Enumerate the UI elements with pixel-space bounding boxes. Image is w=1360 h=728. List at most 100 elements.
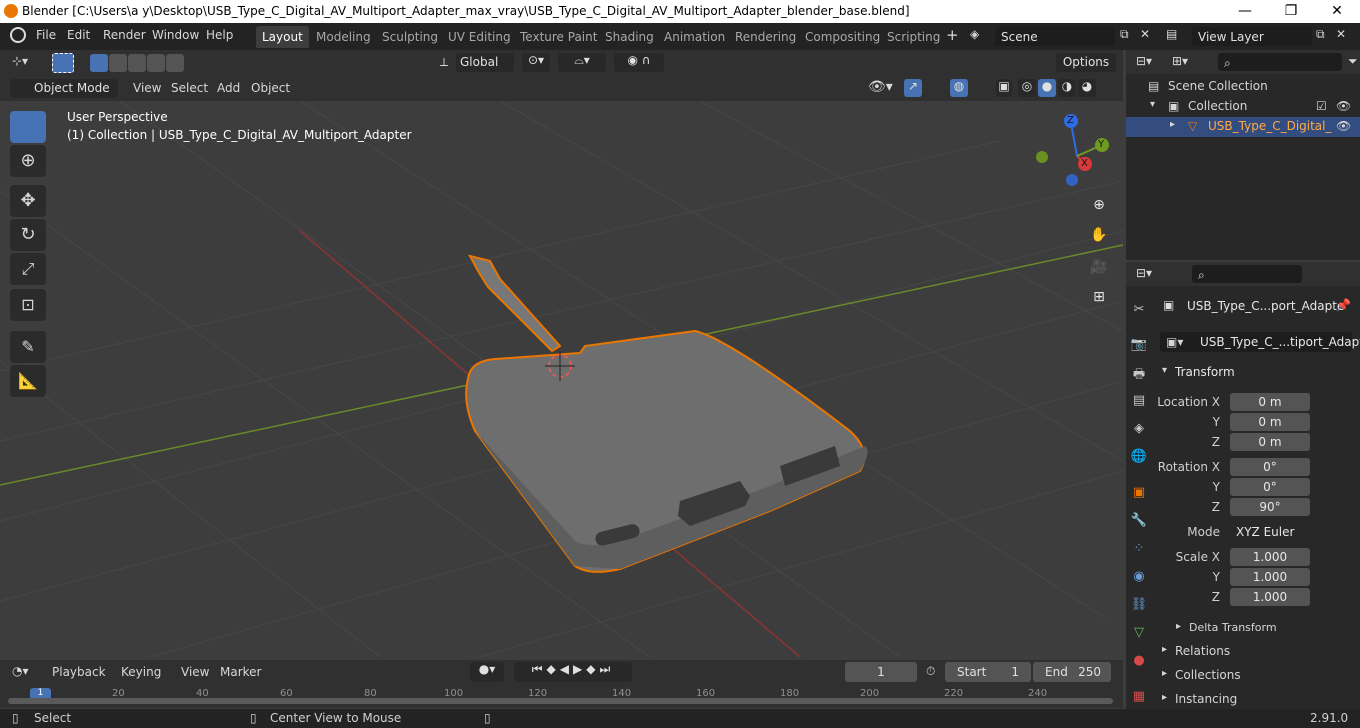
menu-file[interactable]: File bbox=[36, 28, 56, 42]
pivot-icon[interactable]: ⊙▾ bbox=[522, 53, 550, 72]
menu-playback[interactable]: Playback bbox=[52, 665, 106, 679]
select-subtract-icon[interactable] bbox=[128, 54, 146, 72]
scale-z-field[interactable]: 1.000 bbox=[1230, 588, 1310, 606]
auto-keying-icon[interactable]: ●▾ bbox=[470, 662, 504, 682]
minimize-button[interactable]: — bbox=[1222, 0, 1268, 23]
select-box-tool[interactable] bbox=[10, 111, 46, 143]
cursor-tool-icon[interactable]: ⊕ bbox=[10, 145, 46, 177]
menu-keying[interactable]: Keying bbox=[121, 665, 161, 679]
editor-type-icon[interactable]: ⊹▾ bbox=[12, 54, 28, 68]
constraints-tab-icon[interactable]: ⛓ bbox=[1130, 597, 1148, 615]
material-shading-icon[interactable]: ◑ bbox=[1058, 79, 1076, 97]
output-tab-icon[interactable]: 🖶 bbox=[1130, 365, 1148, 383]
select-new-icon[interactable] bbox=[90, 54, 108, 72]
transform-tool-icon[interactable]: ⊡ bbox=[10, 289, 46, 321]
select-intersect-icon[interactable] bbox=[166, 54, 184, 72]
rendered-shading-icon[interactable]: ◕ bbox=[1078, 79, 1096, 97]
options-dropdown[interactable]: Options bbox=[1056, 53, 1116, 72]
outliner-row-scene-collection[interactable]: ▤ Scene Collection bbox=[1126, 77, 1360, 97]
current-frame-field[interactable]: 1 bbox=[845, 662, 917, 682]
outliner-search-input[interactable]: ⌕ bbox=[1218, 53, 1342, 71]
select-tool-icon[interactable] bbox=[52, 53, 74, 73]
rotation-y-field[interactable]: 0° bbox=[1230, 478, 1310, 496]
add-workspace-icon[interactable]: + bbox=[946, 26, 959, 44]
tab-scripting[interactable]: Scripting bbox=[881, 26, 946, 48]
menu-edit[interactable]: Edit bbox=[67, 28, 90, 42]
tab-sculpting[interactable]: Sculpting bbox=[376, 26, 444, 48]
delta-transform-header[interactable]: Delta Transform bbox=[1189, 621, 1277, 634]
eye-icon[interactable]: 👁 bbox=[1336, 119, 1351, 133]
expand-icon[interactable]: ▸ bbox=[1162, 668, 1167, 679]
gizmo-toggle-icon[interactable]: ↗ bbox=[904, 79, 922, 97]
tab-uv-editing[interactable]: UV Editing bbox=[442, 26, 517, 48]
object-name-label[interactable]: USB_Type_C...port_Adapte bbox=[1187, 299, 1344, 313]
collections-header[interactable]: Collections bbox=[1175, 668, 1241, 682]
expand-icon[interactable]: ▸ bbox=[1162, 692, 1167, 703]
instancing-header[interactable]: Instancing bbox=[1175, 692, 1237, 706]
relations-header[interactable]: Relations bbox=[1175, 644, 1230, 658]
tab-rendering[interactable]: Rendering bbox=[729, 26, 802, 48]
view-layer-field[interactable]: View Layer bbox=[1192, 27, 1312, 46]
menu-add[interactable]: Add bbox=[217, 81, 240, 95]
outliner-editor-icon[interactable]: ⊟▾ bbox=[1136, 54, 1152, 68]
tab-animation[interactable]: Animation bbox=[658, 26, 731, 48]
zoom-icon[interactable]: ⊕ bbox=[1087, 193, 1111, 217]
wireframe-shading-icon[interactable]: ◎ bbox=[1018, 79, 1036, 97]
start-frame-field[interactable]: Start 1 bbox=[945, 662, 1031, 682]
transform-header[interactable]: Transform bbox=[1175, 365, 1235, 379]
tab-compositing[interactable]: Compositing bbox=[799, 26, 886, 48]
pan-hand-icon[interactable]: ✋ bbox=[1087, 223, 1111, 247]
menu-help[interactable]: Help bbox=[206, 28, 233, 42]
stopwatch-icon[interactable]: ⏱ bbox=[926, 664, 935, 679]
menu-timeline-view[interactable]: View bbox=[181, 665, 209, 679]
close-button[interactable]: ✕ bbox=[1314, 0, 1360, 23]
properties-editor-icon[interactable]: ⊟▾ bbox=[1136, 266, 1152, 280]
location-z-field[interactable]: 0 m bbox=[1230, 433, 1310, 451]
scene-field[interactable]: Scene bbox=[995, 27, 1115, 46]
snap-icon[interactable]: ⌓▾ bbox=[558, 53, 606, 72]
camera-view-icon[interactable]: 🎥 bbox=[1087, 255, 1111, 279]
tool-tab-icon[interactable]: ✂ bbox=[1130, 302, 1148, 320]
xray-icon[interactable]: ▣ bbox=[996, 79, 1012, 97]
particles-tab-icon[interactable]: ⁘ bbox=[1130, 541, 1148, 559]
overlay-toggle-icon[interactable]: ◍ bbox=[950, 79, 968, 97]
rotation-z-field[interactable]: 90° bbox=[1230, 498, 1310, 516]
timeline-scrollbar[interactable] bbox=[8, 698, 1113, 704]
scale-tool-icon[interactable]: ⤢ bbox=[10, 253, 46, 285]
scale-y-field[interactable]: 1.000 bbox=[1230, 568, 1310, 586]
pin-icon[interactable]: 📌 bbox=[1336, 298, 1351, 312]
object-name-field[interactable]: ▣▾ USB_Type_C_...tiport_Adapter bbox=[1160, 332, 1360, 352]
timeline-editor-icon[interactable]: ◔▾ bbox=[12, 664, 29, 678]
solid-shading-icon[interactable]: ● bbox=[1038, 79, 1056, 97]
tab-texture-paint[interactable]: Texture Paint bbox=[514, 26, 603, 48]
select-invert-icon[interactable] bbox=[147, 54, 165, 72]
expand-icon[interactable]: ▸ bbox=[1170, 119, 1175, 130]
view-layer-copy-icon[interactable]: ⧉ bbox=[1316, 27, 1325, 42]
end-frame-field[interactable]: End 250 bbox=[1033, 662, 1111, 682]
mode-dropdown[interactable]: Object Mode bbox=[10, 79, 118, 98]
rotation-x-field[interactable]: 0° bbox=[1230, 458, 1310, 476]
playback-controls[interactable]: ⏮◆◀▶◆⏭ bbox=[514, 662, 632, 682]
tab-shading[interactable]: Shading bbox=[599, 26, 660, 48]
location-x-field[interactable]: 0 m bbox=[1230, 393, 1310, 411]
expand-icon[interactable]: ▾ bbox=[1150, 99, 1155, 110]
menu-object[interactable]: Object bbox=[251, 81, 290, 95]
proportional-edit-icon[interactable]: ◉ ∩ bbox=[614, 53, 664, 72]
modifier-tab-icon[interactable]: 🔧 bbox=[1130, 513, 1148, 531]
select-extend-icon[interactable] bbox=[109, 54, 127, 72]
view-layer-tab-icon[interactable]: ▤ bbox=[1130, 393, 1148, 411]
tab-layout[interactable]: Layout bbox=[256, 26, 309, 48]
usb-adapter-model[interactable] bbox=[465, 254, 868, 573]
scene-tab-icon[interactable]: ◈ bbox=[1130, 421, 1148, 439]
view-layer-close-icon[interactable]: ✕ bbox=[1336, 27, 1346, 41]
menu-view[interactable]: View bbox=[133, 81, 161, 95]
scale-x-field[interactable]: 1.000 bbox=[1230, 548, 1310, 566]
maximize-button[interactable]: ❐ bbox=[1268, 0, 1314, 23]
world-tab-icon[interactable]: 🌐 bbox=[1130, 449, 1148, 467]
physics-tab-icon[interactable]: ◉ bbox=[1130, 569, 1148, 587]
material-tab-icon[interactable]: ● bbox=[1130, 653, 1148, 671]
scene-icon[interactable]: ◈ bbox=[970, 27, 979, 41]
data-tab-icon[interactable]: ▽ bbox=[1130, 625, 1148, 643]
menu-select[interactable]: Select bbox=[171, 81, 208, 95]
3d-viewport[interactable]: Z X Y User Perspective (1) Collection | … bbox=[0, 101, 1123, 657]
